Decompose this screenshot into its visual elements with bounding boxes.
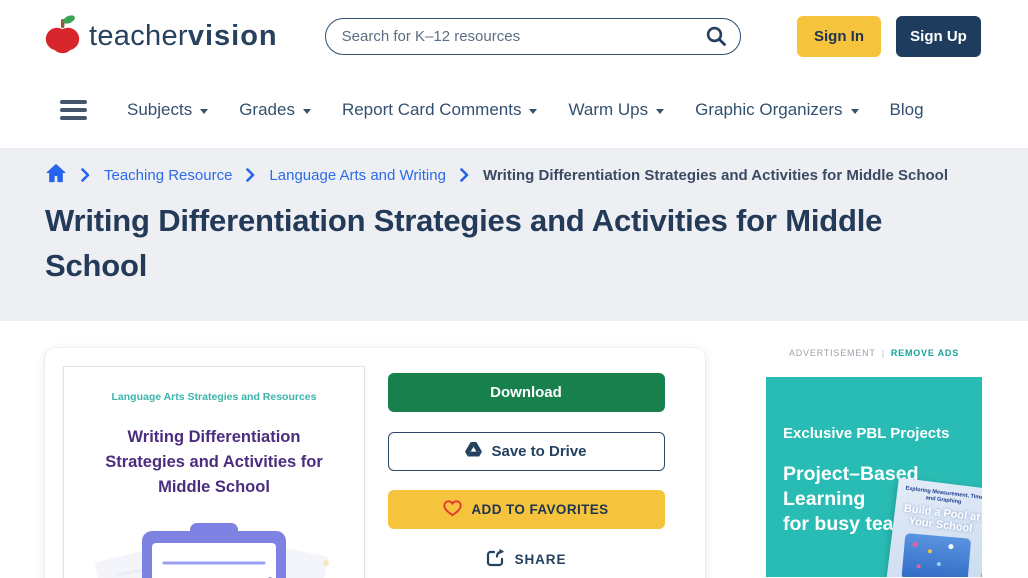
brand-wordmark: teachervision: [89, 19, 278, 52]
thumbnail-title: Writing Differentiation Strategies and A…: [105, 428, 323, 496]
breadcrumb-link-language-arts[interactable]: Language Arts and Writing: [269, 167, 446, 184]
share-icon: [486, 548, 506, 570]
heart-outline-icon: [443, 499, 463, 520]
nav-item-warm-ups[interactable]: Warm Ups: [568, 100, 665, 120]
pbl-advertisement[interactable]: Exclusive PBL Projects Project–Based Lea…: [766, 377, 982, 577]
apple-icon: [45, 13, 80, 60]
auth-buttons: Sign In Sign Up: [797, 15, 981, 57]
nav-item-grades[interactable]: Grades: [239, 100, 311, 120]
sign-in-button[interactable]: Sign In: [797, 15, 881, 57]
nav-item-subjects[interactable]: Subjects: [127, 100, 209, 120]
sign-up-button[interactable]: Sign Up: [896, 15, 981, 57]
page-hero: Teaching Resource Language Arts and Writ…: [0, 148, 1028, 321]
google-drive-icon: [465, 442, 483, 461]
hamburger-icon[interactable]: [60, 100, 87, 120]
pool-illustration: [901, 533, 972, 577]
advertisement-label: ADVERTISEMENT: [788, 348, 876, 358]
remove-ads-link[interactable]: REMOVE ADS: [891, 348, 959, 358]
teachervision-logo[interactable]: teachervision: [45, 13, 278, 60]
resource-thumbnail[interactable]: Language Arts Strategies and Resources W…: [63, 366, 365, 578]
chevron-down-icon: [200, 108, 209, 114]
resource-actions: Download Save to Drive ADD TO FAVORITES …: [365, 366, 687, 578]
chevron-right-icon: [246, 168, 255, 182]
advertisement-label-row: ADVERTISEMENT | REMOVE ADS: [766, 348, 982, 358]
resource-illustration: [64, 523, 364, 578]
chevron-down-icon: [850, 108, 859, 114]
save-to-drive-button[interactable]: Save to Drive: [387, 432, 665, 471]
download-button[interactable]: Download: [387, 373, 665, 412]
resource-card: Language Arts Strategies and Resources W…: [45, 348, 705, 578]
search-input[interactable]: [341, 27, 705, 45]
breadcrumb-link-teaching-resource[interactable]: Teaching Resource: [104, 167, 232, 184]
ad-eyebrow: Exclusive PBL Projects: [783, 425, 950, 442]
chevron-right-icon: [460, 168, 469, 182]
thumbnail-category: Language Arts Strategies and Resources: [111, 391, 317, 403]
main-content: Language Arts Strategies and Resources W…: [0, 348, 1028, 578]
add-to-favorites-button[interactable]: ADD TO FAVORITES: [387, 490, 665, 529]
site-header: teachervision Sign In Sign Up: [0, 0, 1028, 72]
search-bar: [324, 17, 741, 55]
label-separator: |: [881, 348, 885, 358]
main-navigation: Subjects Grades Report Card Comments War…: [0, 72, 1028, 148]
share-button[interactable]: SHARE: [486, 548, 567, 570]
chevron-down-icon: [302, 108, 311, 114]
nav-item-graphic-organizers[interactable]: Graphic Organizers: [695, 100, 859, 120]
pbl-booklet-image: Exploring Measurement, Time and Graphing…: [885, 477, 982, 577]
nav-item-blog[interactable]: Blog: [890, 100, 924, 120]
chevron-down-icon: [529, 108, 538, 114]
breadcrumb-current: Writing Differentiation Strategies and A…: [482, 166, 948, 184]
chevron-right-icon: [81, 168, 90, 182]
chevron-down-icon: [656, 108, 665, 114]
right-rail: ADVERTISEMENT | REMOVE ADS Exclusive PBL…: [766, 348, 982, 577]
search-icon[interactable]: [705, 25, 727, 47]
nav-item-report-card-comments[interactable]: Report Card Comments: [342, 100, 538, 120]
breadcrumb: Teaching Resource Language Arts and Writ…: [45, 163, 983, 187]
home-icon[interactable]: [45, 163, 67, 187]
page-title: Writing Differentiation Strategies and A…: [45, 203, 883, 283]
